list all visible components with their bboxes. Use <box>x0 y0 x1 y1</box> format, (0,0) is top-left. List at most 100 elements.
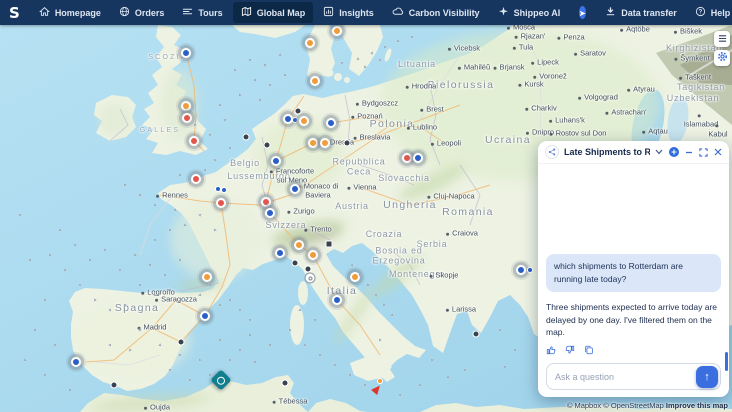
map-marker-orange[interactable] <box>299 116 309 126</box>
vessel-icon[interactable]: ▲ <box>361 381 368 389</box>
vessel-icon[interactable]: ▲ <box>87 257 93 262</box>
thumbs-up-icon[interactable] <box>546 345 556 355</box>
nav-item-global-map[interactable]: Global Map <box>233 2 314 23</box>
map-marker-orange[interactable] <box>308 250 318 260</box>
map-marker-blue[interactable] <box>290 184 300 194</box>
vessel-icon[interactable]: ▲ <box>364 282 371 289</box>
vessel-icon[interactable]: ▲ <box>251 76 259 84</box>
vessel-icon[interactable]: ▲ <box>58 227 63 233</box>
vessel-icon[interactable]: ▲ <box>216 301 224 308</box>
map-marker-red[interactable] <box>189 136 199 146</box>
map-marker-blue[interactable] <box>413 153 423 163</box>
vessel-icon[interactable]: ▲ <box>211 156 219 164</box>
mapbox-attribution-link[interactable]: © Mapbox <box>567 401 601 410</box>
map-marker-blue-dot[interactable] <box>292 117 298 123</box>
vessel-icon[interactable]: ▲ <box>247 332 253 339</box>
vessel-icon[interactable]: ▲ <box>176 351 184 359</box>
map-marker-orange[interactable] <box>320 138 330 148</box>
vessel-icon[interactable]: ▲ <box>226 356 233 364</box>
vessel-icon[interactable]: ▲ <box>16 211 24 218</box>
vessel-icon[interactable]: ▲ <box>76 281 84 289</box>
map-marker-dark-dot[interactable] <box>305 266 312 273</box>
vessel-icon[interactable]: ▲ <box>221 116 229 124</box>
map-marker-red[interactable] <box>261 197 271 207</box>
vessel-icon[interactable]: ▲ <box>122 302 129 308</box>
vessel-icon[interactable]: ▲ <box>186 376 194 384</box>
nav-item-data-transfer[interactable]: Data transfer <box>597 2 685 23</box>
vessel-icon[interactable]: ▲ <box>377 57 383 62</box>
vessel-icon[interactable]: ▲ <box>41 296 48 304</box>
map-marker-orange[interactable] <box>202 272 212 282</box>
vessel-icon[interactable]: ▲ <box>296 307 303 313</box>
vessel-icon[interactable]: ▲ <box>136 326 144 334</box>
vessel-icon[interactable]: ▲ <box>196 292 203 299</box>
vessel-icon[interactable]: ▲ <box>396 392 403 398</box>
map-marker-dark-dot[interactable] <box>344 140 351 147</box>
vessel-icon[interactable]: ▲ <box>216 102 223 108</box>
vessel-icon[interactable]: ▲ <box>92 296 98 303</box>
map-marker-orange[interactable] <box>332 26 342 36</box>
vessel-icon[interactable]: ▲ <box>511 346 518 354</box>
vessel-icon[interactable]: ▲ <box>409 34 414 40</box>
map-marker-blue[interactable] <box>271 156 281 166</box>
vessel-icon[interactable]: ▲ <box>46 251 54 259</box>
map-marker-blue[interactable] <box>265 208 275 218</box>
nav-item-homepage[interactable]: Homepage <box>31 2 109 23</box>
vessel-icon[interactable]: ▲ <box>226 296 234 304</box>
improve-map-link[interactable]: Improve this map <box>666 401 728 410</box>
chat-scrollbar-thumb[interactable] <box>725 352 728 371</box>
vessel-icon[interactable]: ▲ <box>136 281 144 288</box>
vessel-icon[interactable]: ▲ <box>445 374 450 380</box>
map-marker-dark-dot[interactable] <box>178 339 185 346</box>
vessel-icon[interactable]: ▲ <box>347 371 354 378</box>
vessel-icon[interactable]: ▲ <box>117 267 123 274</box>
vessel-icon[interactable]: ▲ <box>167 286 174 293</box>
vessel-icon[interactable]: ▲ <box>394 37 402 45</box>
map-marker-blue[interactable] <box>332 295 342 305</box>
map-marker-dark-dot[interactable] <box>295 108 302 115</box>
vessel-icon[interactable]: ▲ <box>51 341 59 348</box>
vessel-icon[interactable]: ▲ <box>206 281 214 288</box>
vessel-icon[interactable]: ▲ <box>126 346 134 354</box>
vessel-icon[interactable]: ▲ <box>428 356 436 364</box>
vessel-icon[interactable]: ▲ <box>177 256 183 263</box>
shippeo-logo[interactable]: S <box>0 4 30 22</box>
vessel-icon[interactable]: ▲ <box>187 180 193 186</box>
map-marker-dark-dot[interactable] <box>292 260 299 267</box>
vessel-icon[interactable]: ▲ <box>231 66 238 74</box>
map-settings-button[interactable] <box>714 50 730 66</box>
vessel-icon[interactable]: ▲ <box>356 272 363 279</box>
vessel-icon[interactable]: ▲ <box>497 327 504 333</box>
vessel-icon[interactable]: ▲ <box>368 49 375 57</box>
vessel-icon[interactable]: ▲ <box>167 367 172 373</box>
vessel-icon[interactable]: ▲ <box>171 206 179 214</box>
vessel-icon[interactable]: ▲ <box>151 292 158 299</box>
vessel-icon[interactable]: ▲ <box>338 59 346 66</box>
vessel-icon[interactable]: ▲ <box>152 237 158 242</box>
map-marker-red[interactable] <box>216 198 226 208</box>
vessel-icon[interactable]: ▲ <box>302 341 309 348</box>
vessel-icon[interactable]: ▲ <box>147 262 154 268</box>
vessel-icon[interactable]: ▲ <box>131 251 139 258</box>
map-marker-blue-dot[interactable] <box>527 267 533 273</box>
map-marker-orange[interactable] <box>181 101 191 111</box>
map-marker-red-arrow[interactable] <box>371 383 383 395</box>
vessel-icon[interactable]: ▲ <box>266 342 273 348</box>
vessel-icon[interactable]: ▲ <box>216 336 224 344</box>
ai-chat-launcher-button[interactable] <box>579 6 586 19</box>
vessel-icon[interactable]: ▲ <box>176 171 184 179</box>
vessel-icon[interactable]: ▲ <box>281 72 288 79</box>
vessel-icon[interactable]: ▲ <box>182 222 187 228</box>
vessel-icon[interactable]: ▲ <box>62 267 68 274</box>
vessel-icon[interactable]: ▲ <box>227 145 232 151</box>
map-marker-blue[interactable] <box>326 118 336 128</box>
vessel-icon[interactable]: ▲ <box>101 246 109 254</box>
close-icon[interactable] <box>714 148 722 156</box>
map-marker-orange[interactable] <box>310 76 320 86</box>
vessel-icon[interactable]: ▲ <box>257 96 264 103</box>
vessel-icon[interactable]: ▲ <box>166 226 174 234</box>
nav-item-tours[interactable]: Tours <box>174 2 230 23</box>
map-marker-red[interactable] <box>402 153 412 163</box>
vessel-icon[interactable]: ▲ <box>355 56 361 63</box>
vessel-icon[interactable]: ▲ <box>237 92 243 98</box>
